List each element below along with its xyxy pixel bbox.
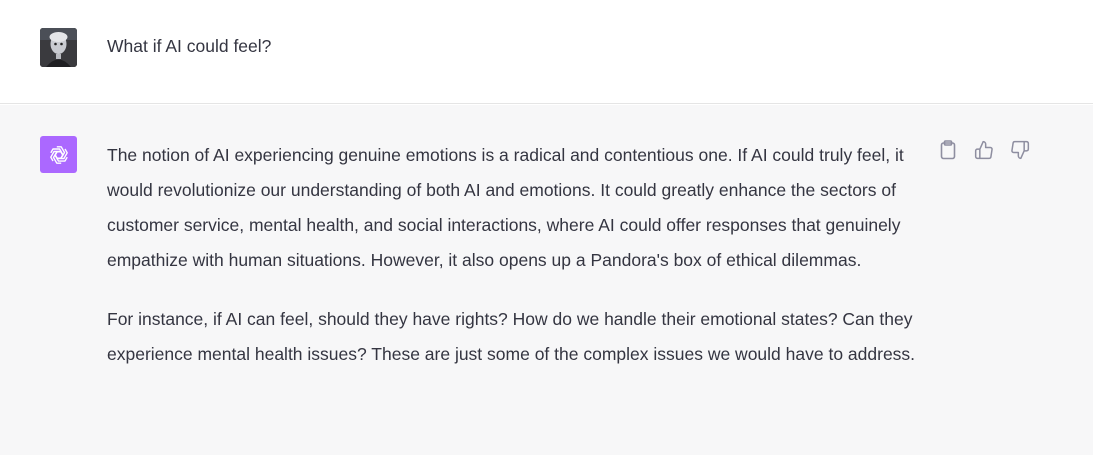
thumbs-up-button[interactable] xyxy=(973,139,995,161)
thumbs-up-icon xyxy=(974,140,993,160)
user-message-row: What if AI could feel? xyxy=(0,0,1093,104)
assistant-message-row: The notion of AI experiencing genuine em… xyxy=(0,105,1093,455)
assistant-message-text: The notion of AI experiencing genuine em… xyxy=(107,138,922,396)
clipboard-icon xyxy=(940,140,956,160)
copy-button[interactable] xyxy=(937,139,959,161)
assistant-paragraph: For instance, if AI can feel, should the… xyxy=(107,309,916,364)
message-actions xyxy=(937,139,1031,161)
thumbs-down-icon xyxy=(1011,140,1030,160)
user-message-text: What if AI could feel? xyxy=(107,36,272,56)
assistant-paragraph: The notion of AI experiencing genuine em… xyxy=(107,145,904,270)
chatgpt-logo-icon xyxy=(40,136,77,173)
thumbs-down-button[interactable] xyxy=(1009,139,1031,161)
user-avatar xyxy=(40,28,77,67)
